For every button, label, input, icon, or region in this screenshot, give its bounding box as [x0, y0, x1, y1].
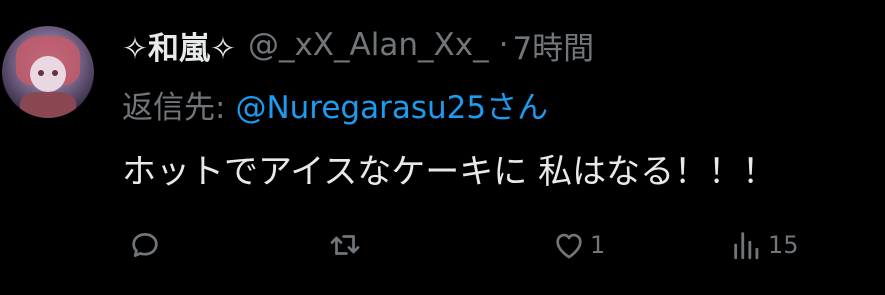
display-name[interactable]: ✧和嵐✧ [122, 23, 236, 68]
avatar[interactable] [2, 26, 94, 118]
like-button[interactable]: 1 [552, 218, 605, 272]
reply-button[interactable] [128, 218, 166, 272]
heart-icon [556, 233, 582, 259]
timestamp[interactable]: 7時間 [512, 23, 594, 68]
avatar-body [20, 92, 76, 118]
avatar-face [30, 56, 66, 92]
tweet-text: ホットでアイスなケーキに 私はなる！！！ [122, 151, 777, 192]
views-count: 15 [768, 231, 799, 259]
user-handle[interactable]: @_xX_Alan_Xx_ [248, 27, 489, 63]
reply-to-link[interactable]: @Nuregarasu25さん [235, 82, 548, 127]
reply-icon [132, 233, 158, 257]
reply-prefix: 返信先: [122, 89, 226, 126]
retweet-icon [330, 235, 360, 255]
avatar-eye-left [38, 70, 44, 76]
tweet-header: ✧和嵐✧ @_xX_Alan_Xx_ · 7時間 [122, 22, 594, 68]
avatar-eye-right [52, 70, 58, 76]
views-icon [734, 232, 759, 260]
separator-dot: · [498, 27, 509, 63]
retweet-button[interactable] [328, 218, 366, 272]
reply-context: 返信先: @Nuregarasu25さん [122, 80, 548, 128]
like-count: 1 [590, 231, 606, 259]
action-bar: 1 15 [0, 218, 885, 272]
views-button[interactable]: 15 [730, 218, 799, 272]
